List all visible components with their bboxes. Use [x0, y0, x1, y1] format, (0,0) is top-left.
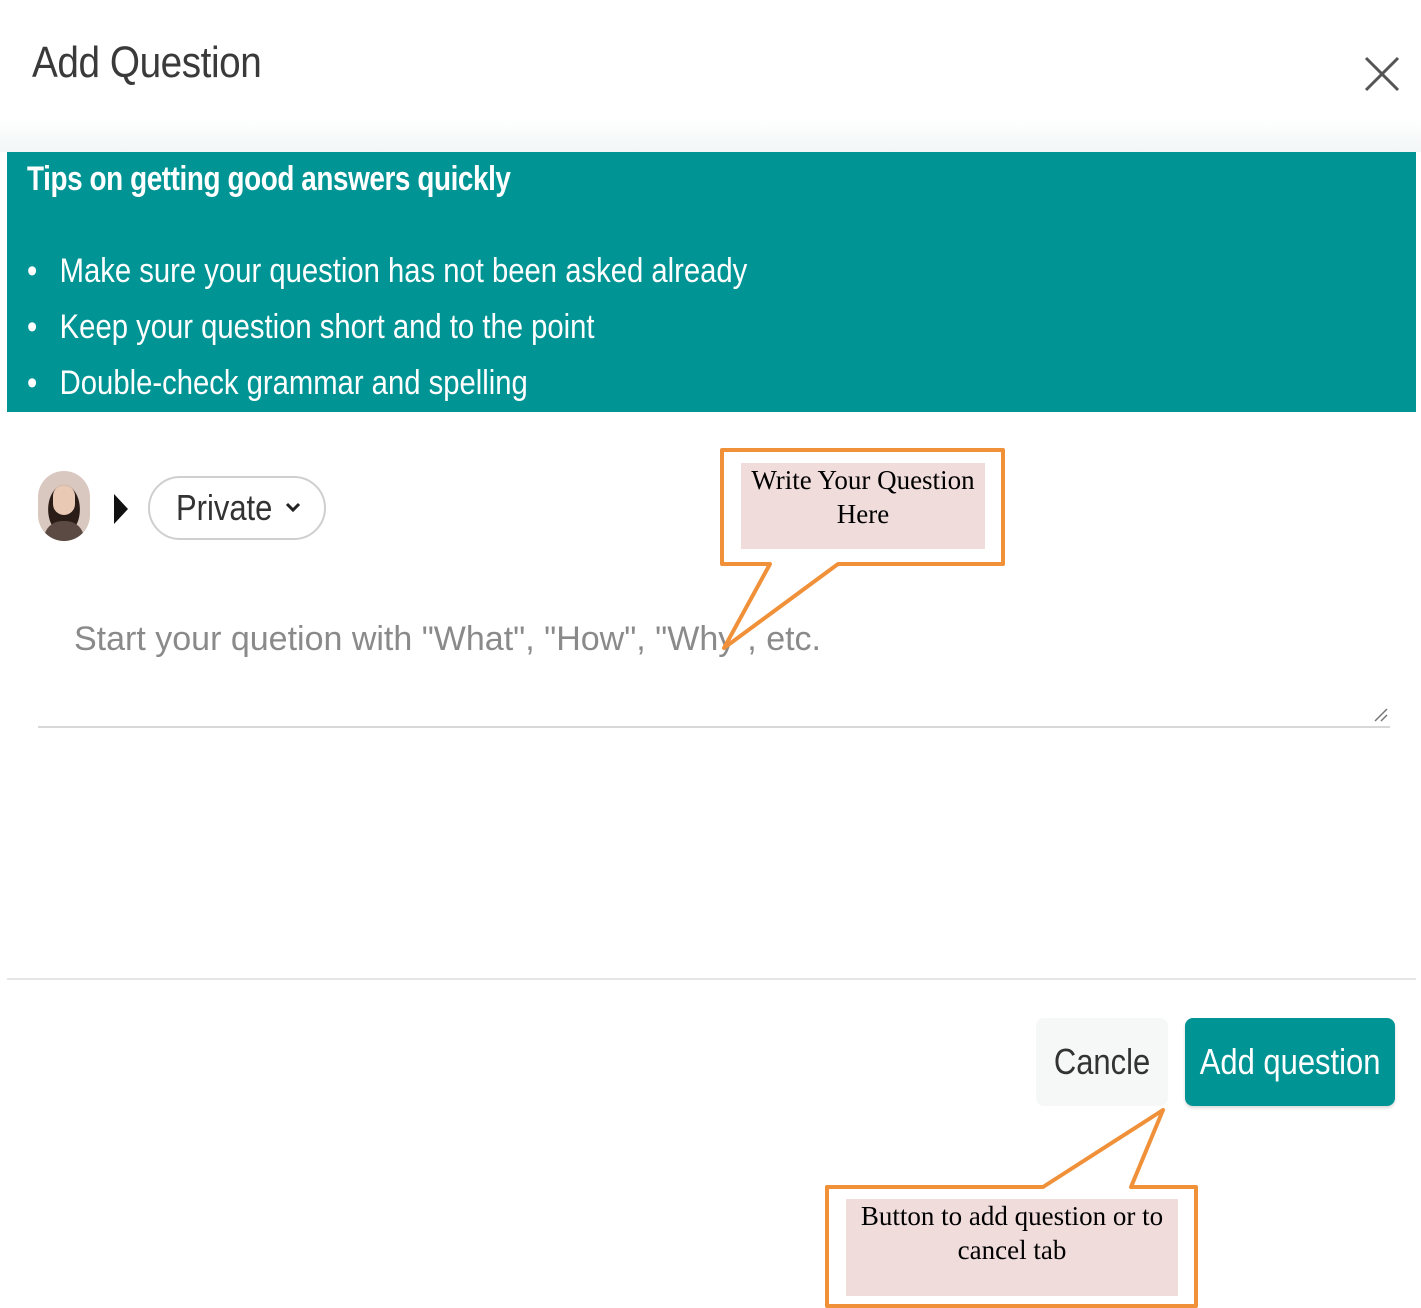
tip-item: • Double-check grammar and spelling [27, 362, 747, 418]
dialog-title: Add Question [32, 38, 262, 87]
bullet-icon: • [27, 308, 38, 346]
tip-text: Double-check grammar and spelling [59, 364, 528, 402]
cancel-button[interactable]: Cancle [1036, 1018, 1168, 1106]
question-input[interactable] [38, 590, 1390, 728]
bullet-icon: • [27, 364, 38, 402]
add-question-button-label: Add question [1199, 1041, 1381, 1082]
tip-text: Keep your question short and to the poin… [59, 308, 595, 346]
tips-list: • Make sure your question has not been as… [27, 250, 865, 418]
add-question-button[interactable]: Add question [1185, 1018, 1395, 1106]
footer-divider [7, 978, 1416, 980]
header-divider [0, 118, 1421, 152]
tips-title: Tips on getting good answers quickly [27, 160, 511, 198]
resize-grip-icon[interactable] [1371, 705, 1389, 723]
chevron-down-icon [285, 502, 301, 513]
callout-question-hint: Write Your Question Here [751, 465, 975, 529]
tips-banner: Tips on getting good answers quickly • Ma… [7, 152, 1416, 412]
privacy-select[interactable]: Private [148, 476, 326, 540]
avatar [38, 471, 90, 541]
close-icon[interactable] [1362, 54, 1402, 94]
privacy-select-value: Private [176, 487, 273, 528]
caret-right-icon [114, 494, 128, 524]
tip-item: • Make sure your question has not been as… [27, 250, 747, 306]
callout-button-hint: Button to add question or to cancel tab [860, 1201, 1164, 1265]
cancel-button-label: Cancle [1053, 1041, 1151, 1082]
tip-item: • Keep your question short and to the poi… [27, 306, 747, 362]
bullet-icon: • [27, 252, 38, 290]
tip-text: Make sure your question has not been ask… [59, 252, 748, 290]
